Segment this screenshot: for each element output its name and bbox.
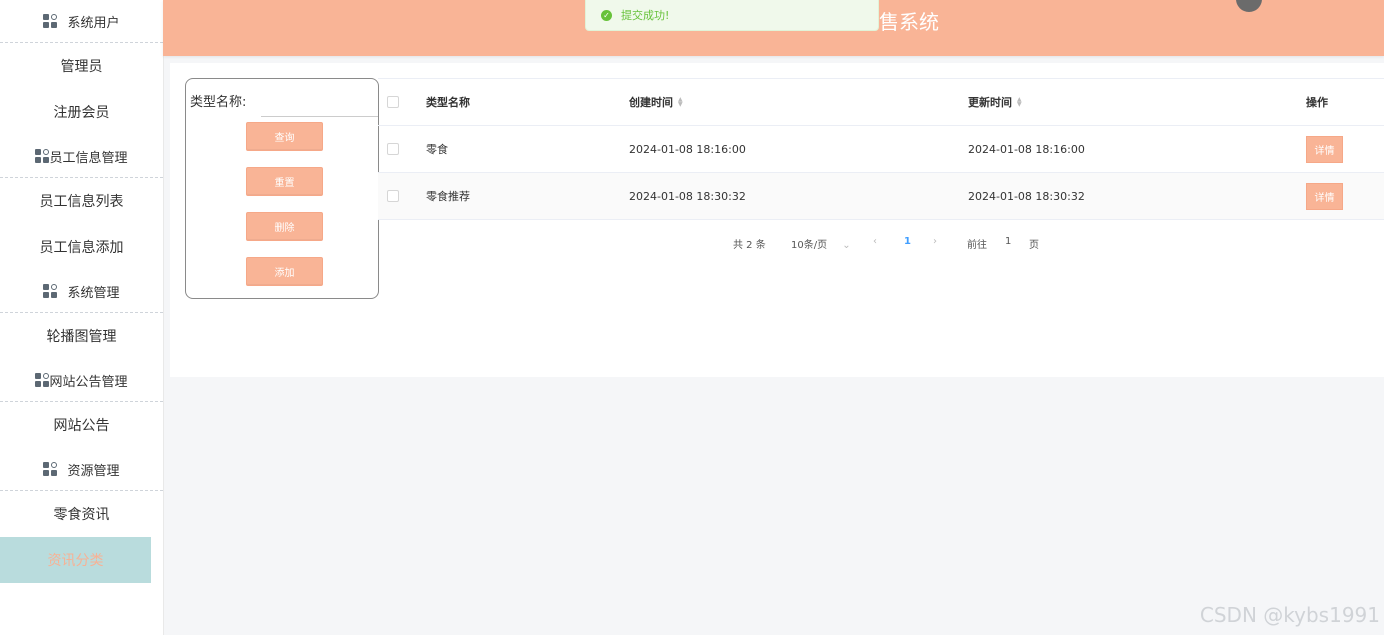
- prev-page-icon[interactable]: ‹: [873, 236, 877, 247]
- sort-icon[interactable]: ▲ ▼: [678, 97, 683, 108]
- sidebar-item-members[interactable]: 注册会员: [0, 89, 163, 135]
- reset-button[interactable]: 重置: [246, 167, 323, 196]
- apps-icon: [43, 462, 58, 476]
- page-suffix: 页: [1029, 240, 1039, 251]
- add-button[interactable]: 添加: [246, 257, 323, 286]
- cell-updated: 2024-01-08 18:30:32: [968, 189, 1085, 203]
- header-action: 操作: [1306, 96, 1328, 109]
- sidebar-item-employee-add[interactable]: 员工信息添加: [0, 224, 163, 270]
- apps-icon: [35, 149, 50, 163]
- detail-button[interactable]: 详情: [1306, 182, 1343, 210]
- sidebar-group-resource[interactable]: 资源管理: [0, 448, 163, 491]
- type-name-label: 类型名称:: [190, 95, 247, 110]
- sidebar-item-news-category[interactable]: 资讯分类: [0, 537, 151, 583]
- header-updated[interactable]: 更新时间 ▲ ▼: [968, 79, 1022, 125]
- total-count: 共 2 条: [733, 240, 766, 251]
- goto-label: 前往: [967, 240, 987, 251]
- current-page[interactable]: 1: [904, 236, 911, 247]
- watermark: CSDN @kybs1991: [1199, 603, 1380, 627]
- type-name-input[interactable]: [261, 89, 378, 117]
- sidebar-item-notice[interactable]: 网站公告: [0, 402, 163, 448]
- sidebar: 系统用户 管理员 注册会员 员工信息管理 员工信息列表 员工信息添加 系统管理 …: [0, 0, 164, 635]
- table-row: 零食推荐 2024-01-08 18:30:32 2024-01-08 18:3…: [378, 173, 1384, 220]
- delete-button[interactable]: 删除: [246, 212, 323, 241]
- success-toast: ✓ 提交成功!: [585, 0, 879, 31]
- sidebar-item-employee-list[interactable]: 员工信息列表: [0, 178, 163, 224]
- chevron-down-icon: ⌄: [842, 240, 851, 251]
- sidebar-group-notice[interactable]: 网站公告管理: [0, 359, 163, 402]
- sidebar-group-label: 网站公告管理: [49, 374, 128, 390]
- next-page-icon[interactable]: ›: [933, 236, 937, 247]
- apps-icon: [43, 14, 58, 28]
- sidebar-group-employee[interactable]: 员工信息管理: [0, 135, 163, 178]
- table-header-row: 类型名称 创建时间 ▲ ▼ 更新时间 ▲ ▼ 操作: [378, 78, 1384, 126]
- sidebar-group-label: 系统用户: [67, 15, 120, 31]
- category-table: 类型名称 创建时间 ▲ ▼ 更新时间 ▲ ▼ 操作 零食 2024-01-08 18…: [378, 78, 1384, 220]
- sidebar-item-snack-news[interactable]: 零食资讯: [0, 491, 163, 537]
- page-size-select[interactable]: 10条/页 ⌄: [791, 236, 851, 251]
- header-name: 类型名称: [426, 96, 470, 109]
- apps-icon: [35, 373, 50, 387]
- query-button[interactable]: 查询: [246, 122, 323, 151]
- table-row: 零食 2024-01-08 18:16:00 2024-01-08 18:16:…: [378, 126, 1384, 173]
- select-all-checkbox[interactable]: [387, 96, 399, 108]
- sidebar-group-system-users[interactable]: 系统用户: [0, 0, 163, 43]
- cell-name: 零食推荐: [426, 190, 470, 203]
- search-panel: 类型名称: 查询 重置 删除 添加: [185, 78, 379, 299]
- goto-page-input[interactable]: 1: [1005, 236, 1011, 247]
- apps-icon: [43, 284, 58, 298]
- sidebar-group-label: 资源管理: [67, 463, 120, 479]
- sidebar-group-system[interactable]: 系统管理: [0, 270, 163, 313]
- header-updated-label: 更新时间: [968, 96, 1012, 109]
- row-checkbox[interactable]: [387, 190, 399, 202]
- sidebar-group-label: 系统管理: [67, 285, 120, 301]
- detail-button[interactable]: 详情: [1306, 135, 1343, 163]
- cell-created: 2024-01-08 18:16:00: [629, 142, 746, 156]
- cell-name: 零食: [426, 143, 448, 156]
- site-title: 售系统: [879, 10, 939, 34]
- toast-message: 提交成功!: [621, 9, 670, 22]
- header-created-label: 创建时间: [629, 96, 673, 109]
- sidebar-item-carousel[interactable]: 轮播图管理: [0, 313, 163, 359]
- row-checkbox[interactable]: [387, 143, 399, 155]
- check-circle-icon: ✓: [601, 9, 612, 21]
- avatar[interactable]: [1236, 0, 1262, 12]
- sidebar-item-admin[interactable]: 管理员: [0, 43, 163, 89]
- page-size-value: 10条/页: [791, 240, 828, 251]
- cell-created: 2024-01-08 18:30:32: [629, 189, 746, 203]
- sort-icon[interactable]: ▲ ▼: [1017, 97, 1022, 108]
- sidebar-group-label: 员工信息管理: [49, 150, 128, 166]
- cell-updated: 2024-01-08 18:16:00: [968, 142, 1085, 156]
- header-created[interactable]: 创建时间 ▲ ▼: [629, 79, 683, 125]
